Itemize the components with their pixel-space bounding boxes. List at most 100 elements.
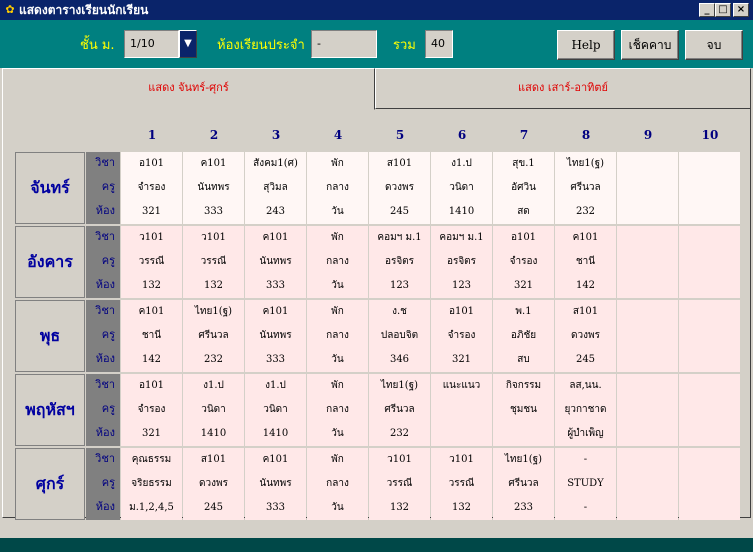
schedule-cell[interactable] bbox=[679, 374, 740, 446]
schedule-cell[interactable]: ไทย1(ฐ) ศรีนวล 233 bbox=[493, 448, 554, 520]
cell-line: จริยธรรม bbox=[131, 478, 172, 489]
minimize-button[interactable]: _ bbox=[699, 3, 715, 17]
total-field[interactable]: 40 bbox=[425, 30, 453, 58]
grade-select[interactable]: 1/10 bbox=[124, 30, 179, 58]
schedule-cell[interactable]: ไทย1(ฐ) ศรีนวล 232 bbox=[183, 300, 244, 372]
schedule-cell[interactable] bbox=[679, 226, 740, 298]
schedule-cell[interactable] bbox=[679, 300, 740, 372]
cell-line: คอมฯ ม.1 bbox=[377, 232, 422, 243]
cell-line: อ101 bbox=[448, 306, 475, 317]
cell-line: กลาง bbox=[326, 182, 349, 193]
schedule-cell[interactable]: ค101 ชานี 142 bbox=[121, 300, 182, 372]
schedule-cell[interactable]: ส101 ดวงพร 245 bbox=[555, 300, 616, 372]
check-period-button[interactable]: เช็คคาบ bbox=[621, 30, 679, 60]
cell-line: ไทย1(ฐ) bbox=[380, 380, 419, 391]
period-header: 9 bbox=[643, 128, 653, 142]
schedule-cell[interactable]: ว101 วรรณี 132 bbox=[183, 226, 244, 298]
end-button[interactable]: จบ bbox=[685, 30, 743, 60]
schedule-cell[interactable]: ง1.ป วนิดา 1410 bbox=[431, 152, 492, 224]
cell-line: ม.1,2,4,5 bbox=[129, 502, 174, 513]
schedule-cell[interactable]: สังคม1(ศ) สุวิมล 243 bbox=[245, 152, 306, 224]
schedule-cell[interactable]: ค101 นันทพร 333 bbox=[245, 226, 306, 298]
period-header: 8 bbox=[581, 128, 591, 142]
cell-line: วัน bbox=[331, 502, 344, 513]
schedule-cell[interactable] bbox=[617, 226, 678, 298]
schedule-cell[interactable]: ส101 ดวงพร 245 bbox=[369, 152, 430, 224]
cell-line: วนิดา bbox=[201, 404, 226, 415]
tab-weekend[interactable]: แสดง เสาร์-อาทิตย์ bbox=[375, 68, 751, 109]
cell-line: จำรอง bbox=[509, 256, 538, 267]
cell-line: อรจิตร bbox=[384, 256, 415, 267]
row-label: ห้อง bbox=[95, 500, 115, 513]
cell-line: ว101 bbox=[387, 454, 412, 465]
period-header: 5 bbox=[395, 128, 405, 142]
schedule-cell[interactable]: ว101 วรรณี 132 bbox=[431, 448, 492, 520]
cell-line: 1410 bbox=[200, 428, 227, 439]
schedule-cell[interactable] bbox=[679, 152, 740, 224]
schedule-cell[interactable]: ลส,นน. ยุวกาชาด ผู้บำเพ็ญ bbox=[555, 374, 616, 446]
schedule-cell[interactable]: คอมฯ ม.1 อรจิตร 123 bbox=[369, 226, 430, 298]
cell-line: ง1.ป bbox=[203, 380, 224, 391]
homeroom-field[interactable]: - bbox=[311, 30, 377, 58]
cell-line: พัก bbox=[331, 380, 344, 391]
schedule-cell[interactable]: แนะแนว bbox=[431, 374, 492, 446]
row-labels: วิชา ครู ห้อง bbox=[86, 300, 120, 372]
schedule-cell[interactable]: พัก กลาง วัน bbox=[307, 226, 368, 298]
schedule-cell[interactable]: อ101 จำรอง 321 bbox=[493, 226, 554, 298]
cell-line: ง1.ป bbox=[451, 158, 472, 169]
cell-line: ลส,นน. bbox=[569, 380, 602, 391]
schedule-cell[interactable]: ว101 วรรณี 132 bbox=[369, 448, 430, 520]
cell-line: พัก bbox=[331, 454, 344, 465]
cell-line: 245 bbox=[203, 502, 224, 513]
schedule-cell[interactable] bbox=[617, 448, 678, 520]
cell-line: กิจกรรม bbox=[505, 380, 542, 391]
schedule-cell[interactable]: คุณธรรม จริยธรรม ม.1,2,4,5 bbox=[121, 448, 182, 520]
schedule-cell[interactable] bbox=[617, 152, 678, 224]
help-button[interactable]: Help bbox=[557, 30, 615, 60]
close-button[interactable]: × bbox=[733, 3, 749, 17]
schedule-cell[interactable]: ส101 ดวงพร 245 bbox=[183, 448, 244, 520]
maximize-button[interactable]: □ bbox=[715, 3, 731, 17]
schedule-cell[interactable]: พัก กลาง วัน bbox=[307, 374, 368, 446]
cell-line: 142 bbox=[575, 280, 596, 291]
schedule-cell[interactable]: กิจกรรมชุมชน bbox=[493, 374, 554, 446]
schedule-cell[interactable]: อ101 จำรอง 321 bbox=[121, 374, 182, 446]
schedule-cell[interactable]: ค101 นันทพร 333 bbox=[245, 300, 306, 372]
tab-weekdays[interactable]: แสดง จันทร์-ศุกร์ bbox=[2, 68, 375, 110]
schedule-cell[interactable]: ค101 ชานี 142 bbox=[555, 226, 616, 298]
cell-line: สบ bbox=[517, 354, 530, 365]
cell-line: ศรีนวล bbox=[198, 330, 229, 341]
grade-label: ชั้น ม. bbox=[80, 38, 115, 53]
grade-dropdown-button[interactable]: ▼ bbox=[179, 30, 197, 58]
cell-line: 232 bbox=[575, 206, 596, 217]
row-label: ห้อง bbox=[95, 426, 115, 439]
schedule-cell[interactable] bbox=[617, 374, 678, 446]
cell-line: นันทพร bbox=[197, 182, 230, 193]
cell-line: ไทย1(ฐ) bbox=[566, 158, 605, 169]
cell-line: ดวงพร bbox=[199, 478, 228, 489]
schedule-cell[interactable]: พ.1 อภิชัย สบ bbox=[493, 300, 554, 372]
schedule-cell[interactable]: พัก กลาง วัน bbox=[307, 448, 368, 520]
cell-line: ชุมชน bbox=[509, 404, 537, 415]
schedule-cell[interactable]: คอมฯ ม.1 อรจิตร 123 bbox=[431, 226, 492, 298]
schedule-cell[interactable]: ง.ช ปลอบจิต 346 bbox=[369, 300, 430, 372]
schedule-cell[interactable]: ไทย1(ฐ) ศรีนวล 232 bbox=[369, 374, 430, 446]
schedule-cell[interactable] bbox=[679, 448, 740, 520]
schedule-cell[interactable]: ค101 นันทพร 333 bbox=[183, 152, 244, 224]
cell-line: 333 bbox=[265, 354, 286, 365]
schedule-cell[interactable]: สุข.1 อัศวิน สด bbox=[493, 152, 554, 224]
schedule-cell[interactable]: ไทย1(ฐ) ศรีนวล 232 bbox=[555, 152, 616, 224]
schedule-cell[interactable]: - STUDY - bbox=[555, 448, 616, 520]
schedule-cell[interactable]: ง1.ปวนิดา 1410 bbox=[183, 374, 244, 446]
cell-line: ค101 bbox=[572, 232, 599, 243]
schedule-cell[interactable]: พัก กลาง วัน bbox=[307, 300, 368, 372]
app-icon: ✿ bbox=[5, 3, 15, 16]
schedule-cell[interactable]: อ101 จำรอง 321 bbox=[121, 152, 182, 224]
schedule-cell[interactable]: อ101 จำรอง 321 bbox=[431, 300, 492, 372]
schedule-cell[interactable]: ค101 นันทพร 333 bbox=[245, 448, 306, 520]
day-label: พฤหัสฯ bbox=[15, 374, 85, 446]
schedule-cell[interactable]: ว101 วรรณี 132 bbox=[121, 226, 182, 298]
schedule-cell[interactable]: ง1.ป วนิดา 1410 bbox=[245, 374, 306, 446]
schedule-cell[interactable]: พัก กลาง วัน bbox=[307, 152, 368, 224]
schedule-cell[interactable] bbox=[617, 300, 678, 372]
